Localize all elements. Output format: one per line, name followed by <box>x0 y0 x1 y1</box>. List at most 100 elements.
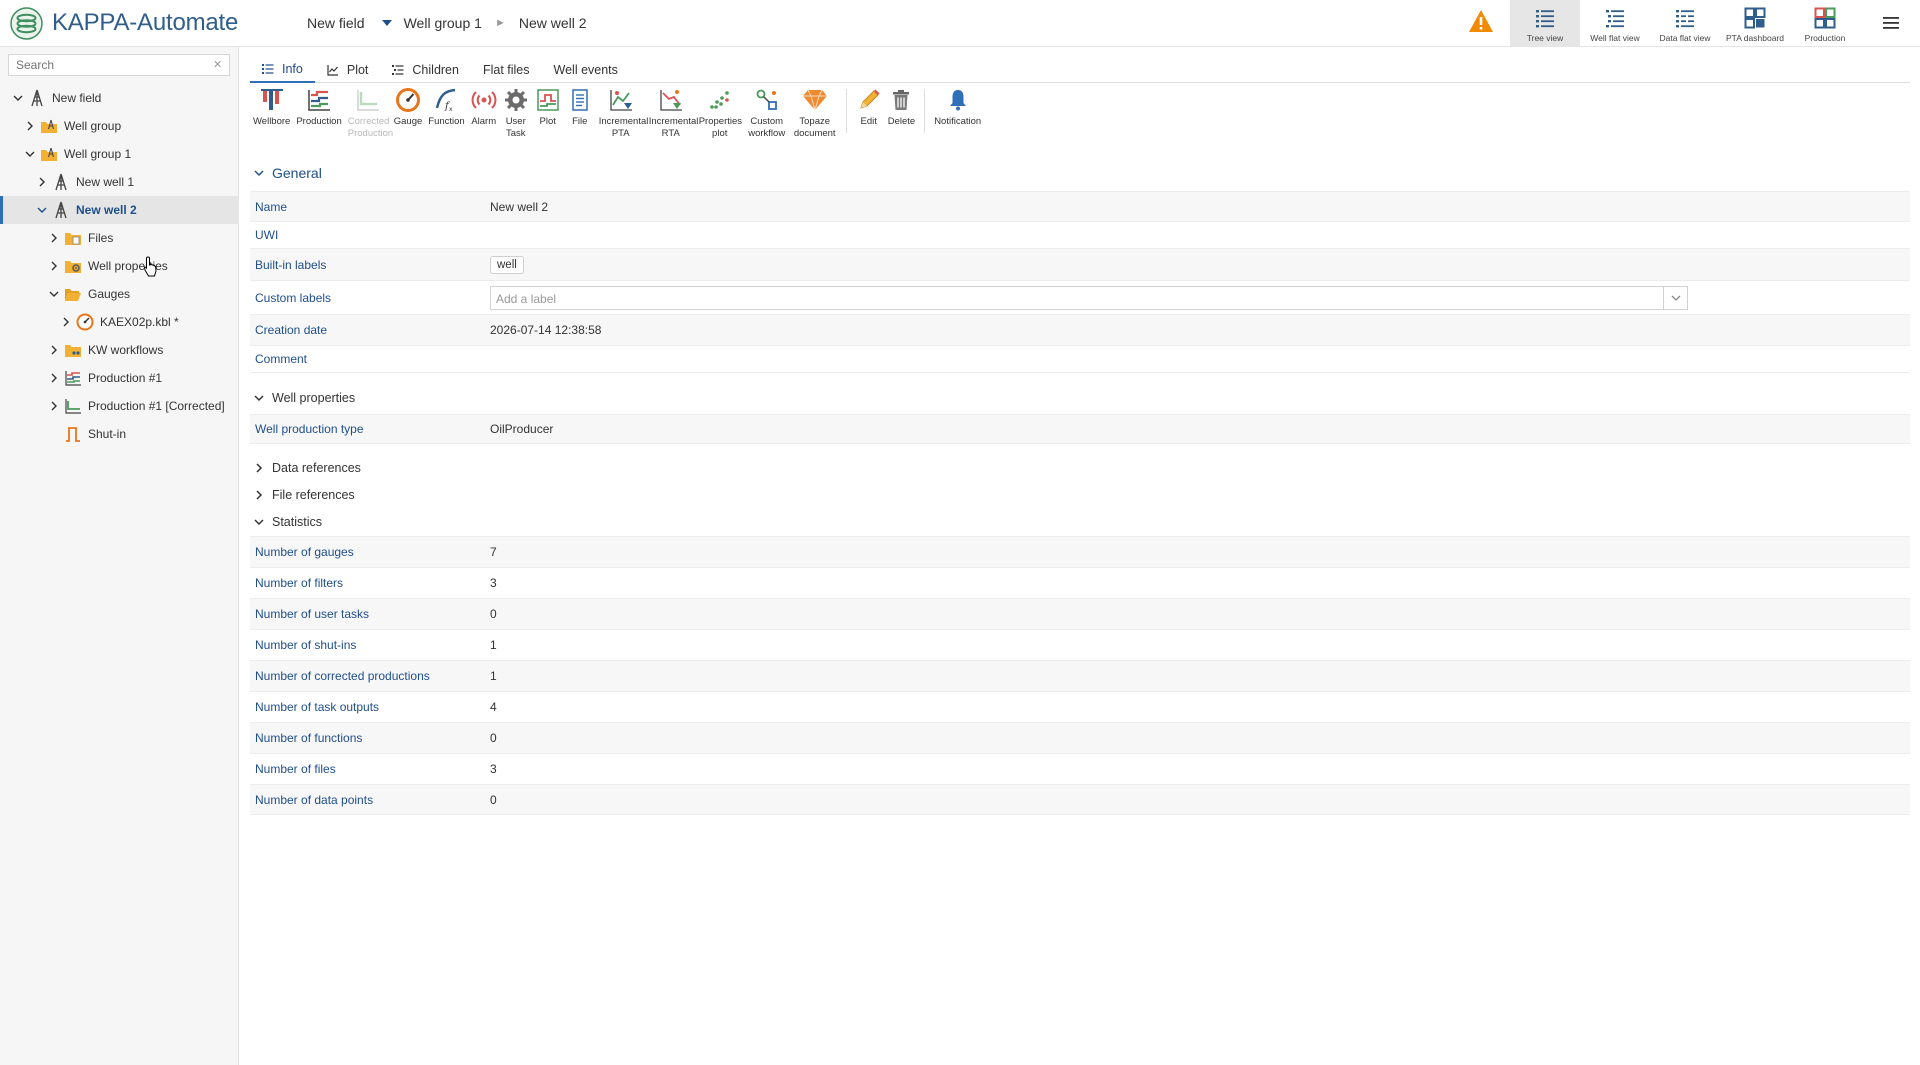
add-corrected-production-button[interactable]: Corrected Production <box>345 87 393 147</box>
statistic-value: 1 <box>490 638 497 652</box>
tree-item-production-1[interactable]: Production #1 <box>0 364 239 392</box>
data-flat-view-button[interactable]: Data flat view <box>1650 0 1720 47</box>
property-value: well <box>490 255 1910 274</box>
section-title: File references <box>272 488 355 502</box>
pta-dashboard-button[interactable]: PTA dashboard <box>1720 0 1790 47</box>
well-flat-view-button[interactable]: Well flat view <box>1580 0 1650 47</box>
tab-flat-files[interactable]: Flat files <box>471 57 542 83</box>
chevron-right-icon[interactable] <box>48 400 60 412</box>
add-function-button[interactable]: fx Function <box>425 87 467 147</box>
tab-label: Flat files <box>482 63 530 77</box>
chevron-right-icon[interactable] <box>48 372 60 384</box>
tree-item-shut-in[interactable]: Shut-in <box>0 420 239 448</box>
pta-dashboard-icon <box>1744 7 1766 29</box>
tree-item-well-group[interactable]: Well group <box>0 112 239 140</box>
statistic-key: Number of task outputs <box>255 700 380 714</box>
tree-item-well-properties[interactable]: Well properties <box>0 252 239 280</box>
section-general-header[interactable]: General <box>254 165 322 181</box>
add-incremental-rta-button[interactable]: Incremental RTA <box>646 87 699 147</box>
property-key: Custom labels <box>255 290 332 305</box>
chevron-down-icon[interactable] <box>36 204 48 216</box>
tree-item-production-1-corrected[interactable]: Production #1 [Corrected] <box>0 392 239 420</box>
statistic-value: 3 <box>490 576 497 590</box>
add-gauge-button[interactable]: Gauge <box>391 87 426 147</box>
property-row-name: Name New well 2 <box>250 191 1910 221</box>
statistic-value: 3 <box>490 762 497 776</box>
add-properties-plot-button[interactable]: Properties plot <box>696 87 744 147</box>
custom-labels-input[interactable]: Add a label <box>490 285 1688 310</box>
tree-item-new-field[interactable]: New field <box>0 84 239 112</box>
tree-item-kw-workflows[interactable]: KW workflows <box>0 336 239 364</box>
tree-item-new-well-1[interactable]: New well 1 <box>0 168 239 196</box>
tree-view-button[interactable]: Tree view <box>1510 0 1580 47</box>
breadcrumb-well-group[interactable]: Well group 1 <box>404 15 482 31</box>
add-plot-button[interactable]: Plot <box>532 87 564 147</box>
statistic-value: 4 <box>490 700 497 714</box>
statistic-row: Number of functions 0 <box>250 722 1910 753</box>
chevron-right-icon[interactable] <box>36 176 48 188</box>
add-alarm-button[interactable]: Alarm <box>468 87 500 147</box>
chevron-down-icon[interactable] <box>48 288 60 300</box>
section-file-references-header[interactable]: File references <box>254 488 355 502</box>
statistic-value: 0 <box>490 607 497 621</box>
clear-search-icon[interactable]: ✕ <box>213 58 222 71</box>
chevron-right-icon[interactable] <box>48 260 60 272</box>
production-dashboard-button[interactable]: Production <box>1790 0 1860 47</box>
add-file-button[interactable]: File <box>564 87 596 147</box>
search-input[interactable] <box>8 54 230 76</box>
statistic-row: Number of gauges 7 <box>250 536 1910 567</box>
chevron-down-icon[interactable] <box>24 148 36 160</box>
section-title: Data references <box>272 461 361 475</box>
folder-icon <box>64 229 82 247</box>
breadcrumb-field[interactable]: New field <box>307 15 365 31</box>
tab-plot[interactable]: Plot <box>315 57 381 83</box>
breadcrumb-dropdown-icon[interactable] <box>381 20 392 26</box>
statistic-value: 7 <box>490 545 497 559</box>
delete-button[interactable]: Delete <box>885 87 918 147</box>
tab-well-events[interactable]: Well events <box>542 57 630 83</box>
chevron-down-icon[interactable] <box>1663 286 1687 309</box>
statistic-row: Number of corrected productions 1 <box>250 660 1910 691</box>
chevron-right-icon[interactable] <box>48 232 60 244</box>
toolbar-divider <box>845 89 847 133</box>
chevron-down-icon[interactable] <box>12 92 24 104</box>
tool-label: Topaze document <box>793 116 836 139</box>
add-incremental-pta-button[interactable]: Incremental PTA <box>596 87 648 147</box>
tool-label: Incremental RTA <box>648 116 699 139</box>
add-production-button[interactable]: Production <box>293 87 344 147</box>
menu-icon[interactable] <box>1880 14 1902 32</box>
tab-children[interactable]: Children <box>380 57 471 83</box>
section-well-properties-header[interactable]: Well properties <box>254 391 355 405</box>
tree-item-new-well-2[interactable]: New well 2 <box>0 196 239 224</box>
section-data-references-header[interactable]: Data references <box>254 461 361 475</box>
user-task-icon <box>504 89 527 111</box>
chevron-right-icon <box>256 463 263 473</box>
tree-item-gauge-kaex02p[interactable]: KAEX02p.kbl * <box>0 308 239 336</box>
breadcrumb-well[interactable]: New well 2 <box>519 15 587 31</box>
statistic-key: Number of corrected productions <box>255 669 430 683</box>
tree-item-well-group-1[interactable]: Well group 1 <box>0 140 239 168</box>
add-custom-workflow-button[interactable]: Custom workflow <box>744 87 790 147</box>
tab-label: Plot <box>346 63 369 77</box>
tab-info[interactable]: Info <box>250 57 315 83</box>
add-notification-button[interactable]: Notification <box>931 87 984 147</box>
add-topaze-document-button[interactable]: Topaze document <box>790 87 840 147</box>
add-wellbore-button[interactable]: Wellbore <box>250 87 293 147</box>
statistic-row: Number of data points 0 <box>250 784 1910 815</box>
chevron-right-icon[interactable] <box>60 316 72 328</box>
tree-item-gauges[interactable]: Gauges <box>0 280 239 308</box>
tree-item-files[interactable]: Files <box>0 224 239 252</box>
production-dashboard-label: Production <box>1804 33 1846 43</box>
label-chip: well <box>490 255 524 274</box>
section-title: Statistics <box>272 515 323 529</box>
warning-icon[interactable] <box>1468 9 1494 33</box>
add-user-task-button[interactable]: User Task <box>500 87 532 147</box>
view-switcher: Tree view Well flat view Data flat view <box>1510 0 1860 47</box>
chevron-right-icon: ► <box>494 17 506 29</box>
chevron-right-icon[interactable] <box>48 344 60 356</box>
tool-label: Plot <box>539 116 556 127</box>
statistic-value: 1 <box>490 669 497 683</box>
section-statistics-header[interactable]: Statistics <box>254 515 322 529</box>
chevron-right-icon[interactable] <box>24 120 36 132</box>
edit-button[interactable]: Edit <box>853 87 885 147</box>
